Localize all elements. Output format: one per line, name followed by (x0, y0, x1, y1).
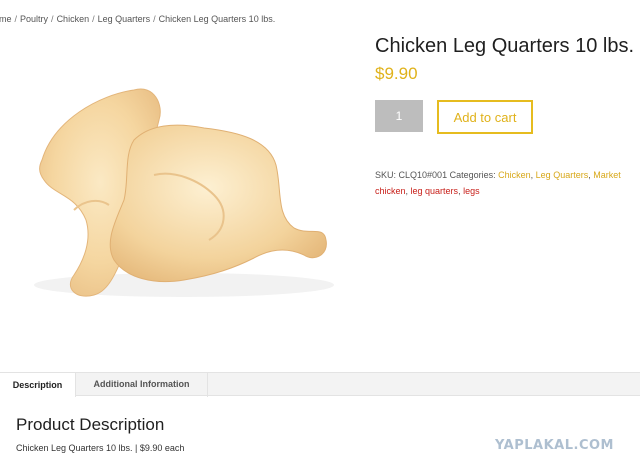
breadcrumb-chicken[interactable]: Chicken (57, 14, 90, 24)
category-link-chicken[interactable]: Chicken (498, 170, 531, 180)
breadcrumb-separator: / (153, 14, 156, 24)
sku-value: CLQ10#001 (398, 170, 448, 180)
category-link-market[interactable]: Market (593, 170, 621, 180)
quantity-input[interactable] (375, 100, 423, 132)
tag-link-legs[interactable]: legs (463, 186, 480, 196)
product-tabs: Description Additional Information (0, 372, 640, 397)
breadcrumb-leg-quarters[interactable]: Leg Quarters (98, 14, 151, 24)
description-text: Chicken Leg Quarters 10 lbs. | $9.90 eac… (16, 443, 185, 453)
breadcrumb-separator: / (14, 14, 18, 24)
category-link-leg-quarters[interactable]: Leg Quarters (536, 170, 589, 180)
product-title: Chicken Leg Quarters 10 lbs. (375, 35, 635, 57)
add-to-cart-button[interactable]: Add to cart (437, 100, 533, 134)
chicken-image (34, 88, 334, 297)
product-image[interactable] (14, 70, 344, 310)
breadcrumb-separator: / (51, 14, 54, 24)
tag-link-leg-quarters[interactable]: leg quarters (411, 186, 459, 196)
breadcrumb-current: Chicken Leg Quarters 10 lbs. (158, 14, 276, 24)
breadcrumb-home[interactable]: ome (0, 14, 12, 24)
sku-label: SKU: (375, 170, 397, 180)
tab-description[interactable]: Description (0, 372, 76, 397)
breadcrumb-separator: / (92, 14, 95, 24)
breadcrumb: ome/Poultry/Chicken/Leg Quarters/Chicken… (0, 14, 275, 24)
description-heading: Product Description (16, 415, 165, 434)
tag-link-chicken[interactable]: chicken (375, 186, 406, 196)
product-price: $9.90 (375, 64, 418, 83)
tab-additional-information[interactable]: Additional Information (76, 372, 208, 397)
categories-label: Categories: (449, 170, 496, 180)
watermark-logo: YAPLAKAL.COM (495, 438, 614, 453)
breadcrumb-poultry[interactable]: Poultry (20, 14, 48, 24)
product-meta: SKU: CLQ10#001 Categories: Chicken, Leg … (375, 170, 621, 196)
